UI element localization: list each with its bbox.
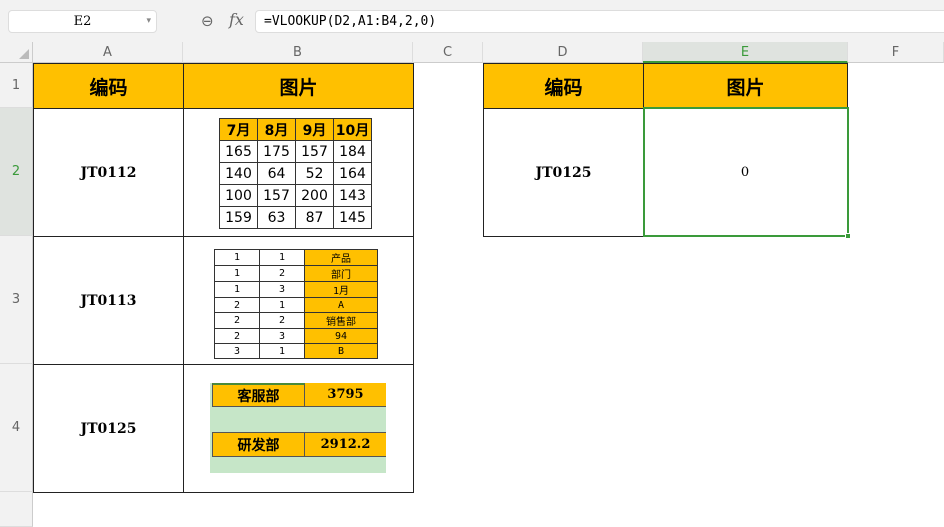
pic2-cell: 3 [259,328,305,344]
pic2-cell: 1月 [304,281,378,298]
pic2-cell: 3 [259,281,305,298]
pic1-cell: 164 [333,162,372,185]
pic2-cell: 2 [259,312,305,329]
name-box-value: E2 [73,14,92,29]
formula-input[interactable]: =VLOOKUP(D2,A1:B4,2,0) [255,10,944,33]
cell-d1[interactable]: 编码 [483,63,644,109]
pic2-cell: B [304,343,378,359]
pic1-cell: 143 [333,184,372,207]
pic1-cell: 184 [333,140,372,163]
picture-lookup-table[interactable]: 1 1 产品 1 2 部门 1 3 1月 21A 2 2 销售部 2 3 94 31B [214,249,378,359]
pic1-header: 7月 [219,118,258,141]
cell-d2[interactable]: JT0125 [483,108,644,237]
pic1-cell: 140 [219,162,258,185]
pic1-header: 9月 [295,118,334,141]
cell-b1[interactable]: 图片 [183,63,414,109]
pic2-cell: 产品 [304,249,378,266]
col-header-f[interactable]: F [848,42,944,63]
cell-e1[interactable]: 图片 [643,63,848,109]
col-header-b[interactable]: B [183,42,413,63]
pic2-cell: 3 [214,343,260,359]
pic1-cell: 52 [295,162,334,185]
pic2-cell: 1 [214,249,260,266]
pic2-cell: 2 [214,328,260,344]
row-header-2[interactable]: 2 [0,108,33,236]
pic2-cell: 2 [214,297,260,313]
col-header-d[interactable]: D [483,42,643,63]
pic1-cell: 157 [295,140,334,163]
fx-icon[interactable]: fx [229,10,244,29]
pic1-cell: 145 [333,206,372,229]
pic2-cell: 1 [259,343,305,359]
pic3-cell: 研发部 [212,432,305,457]
pic1-cell: 165 [219,140,258,163]
cell-a2[interactable]: JT0112 [33,108,184,237]
pic2-cell: 1 [259,297,305,313]
picture-month-table[interactable]: 7月 8月 9月 10月 165 175 157 184 140 64 52 164 100 157… [219,118,372,229]
pic1-header: 8月 [257,118,296,141]
row-header-1[interactable]: 1 [0,63,33,108]
pic1-cell: 87 [295,206,334,229]
pic3-cell: 客服部 [212,383,305,407]
zoom-icon[interactable]: ⊖ [201,12,214,30]
pic1-cell: 100 [219,184,258,207]
pic2-cell: 1 [259,249,305,266]
col-header-e[interactable]: E [643,42,848,63]
selected-cell-outline [643,107,849,237]
picture-dept-table[interactable]: 客服部 3795 研发部 2912.2 [210,383,386,473]
select-all-corner[interactable] [0,42,33,63]
pic1-cell: 157 [257,184,296,207]
row-header-3[interactable]: 3 [0,236,33,364]
pic1-cell: 64 [257,162,296,185]
pic2-cell: 1 [214,265,260,282]
col-header-a[interactable]: A [33,42,183,63]
cell-a3[interactable]: JT0113 [33,236,184,365]
row-header-empty [0,492,33,527]
pic1-cell: 175 [257,140,296,163]
pic1-cell: 63 [257,206,296,229]
pic3-cell: 3795 [305,383,386,407]
chevron-down-icon[interactable]: ▾ [146,11,151,32]
fill-handle[interactable] [845,233,851,239]
pic1-cell: 200 [295,184,334,207]
cell-a4[interactable]: JT0125 [33,364,184,493]
pic2-cell: 销售部 [304,312,378,329]
name-box[interactable]: E2 ▾ [8,10,157,33]
pic3-cell: 2912.2 [305,432,386,457]
pic2-cell: A [304,297,378,313]
row-header-4[interactable]: 4 [0,364,33,492]
pic2-cell: 2 [259,265,305,282]
pic1-header: 10月 [333,118,372,141]
pic2-cell: 部门 [304,265,378,282]
cell-a1[interactable]: 编码 [33,63,184,109]
col-header-c[interactable]: C [413,42,483,63]
pic2-cell: 94 [304,328,378,344]
pic2-cell: 2 [214,312,260,329]
pic2-cell: 1 [214,281,260,298]
pic1-cell: 159 [219,206,258,229]
